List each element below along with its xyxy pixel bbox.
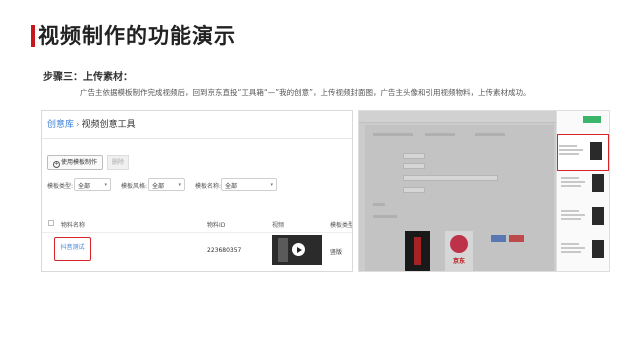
item-line (561, 251, 581, 253)
template-type-label: 模板类型: (47, 183, 74, 190)
list-item[interactable] (560, 239, 609, 261)
item-line (561, 214, 585, 216)
step-description: 广告主依据模板制作完成视频后，回到京东直投“工具箱“—”我的创意”，上传视频封面… (80, 88, 531, 97)
item-line (561, 218, 581, 220)
item-line (561, 243, 579, 245)
template-name-value: 全部 (225, 183, 238, 190)
play-icon[interactable] (292, 243, 305, 256)
chevron-down-icon: ▾ (270, 182, 273, 188)
title-accent-bar (31, 25, 35, 47)
table-header: 物料名称 物料ID 视频 模板类型 (42, 215, 353, 233)
list-item[interactable] (560, 206, 609, 228)
col-template-type: 模板类型 (330, 222, 353, 229)
upload-page-screenshot: 京东 (358, 110, 610, 272)
list-item[interactable] (560, 173, 609, 195)
template-style-label: 模板风格: (121, 183, 148, 190)
item-line (561, 185, 581, 187)
use-template-button[interactable]: + 使用模板制作 (47, 155, 104, 170)
item-line (561, 181, 585, 183)
highlighted-material-item[interactable] (557, 134, 609, 171)
material-id: 223680357 (207, 247, 242, 254)
dim-overlay (359, 111, 556, 271)
sidebar-action-button[interactable] (583, 116, 601, 123)
template-type-select[interactable]: 全部 ▾ (74, 178, 111, 191)
video-frame (278, 238, 288, 262)
item-thumbnail (590, 142, 602, 160)
material-name-link[interactable]: 抖音测试 (54, 237, 91, 261)
use-template-label: 使用模板制作 (61, 159, 98, 166)
list-item (558, 141, 608, 163)
step-heading: 步骤三：上传素材： (43, 72, 133, 83)
select-all-checkbox[interactable] (48, 220, 54, 226)
creative-library-panel: 创意库 › 视频创意工具 + 使用模板制作 删除 模板类型: 全部 ▾ 模板风格: 全部 ▾… (41, 110, 353, 272)
breadcrumb-root-link[interactable]: 创意库 (47, 120, 74, 130)
item-line (559, 153, 579, 155)
delete-button[interactable]: 删除 (107, 155, 130, 170)
table-row: 抖音测试 223680357 竖版 (42, 233, 352, 271)
chevron-down-icon: ▾ (178, 182, 181, 188)
col-material-name: 物料名称 (61, 222, 86, 229)
item-thumbnail (592, 207, 604, 225)
item-line (561, 210, 579, 212)
item-line (561, 247, 585, 249)
item-line (561, 177, 579, 179)
col-video: 视频 (272, 222, 285, 229)
template-style-select[interactable]: 全部 ▾ (148, 178, 185, 191)
col-material-id: 物料ID (207, 222, 226, 229)
circle-plus-icon: + (53, 161, 60, 168)
template-type: 竖版 (330, 249, 343, 256)
chevron-down-icon: ▾ (104, 182, 107, 188)
item-thumbnail (592, 174, 604, 192)
breadcrumb-separator: › (76, 120, 80, 130)
template-name-label: 模板名称: (195, 183, 222, 190)
item-line (559, 149, 583, 151)
video-thumbnail[interactable] (272, 235, 322, 265)
toolbar: + 使用模板制作 删除 (47, 149, 130, 170)
slide-title: 视频制作的功能演示 (38, 24, 236, 48)
template-type-value: 全部 (78, 183, 91, 190)
breadcrumb-current: 视频创意工具 (81, 120, 136, 130)
breadcrumb: 创意库 › 视频创意工具 (42, 111, 352, 139)
template-style-value: 全部 (152, 183, 165, 190)
item-line (559, 145, 577, 147)
item-thumbnail (592, 240, 604, 258)
template-name-select[interactable]: 全部 ▾ (221, 178, 277, 191)
